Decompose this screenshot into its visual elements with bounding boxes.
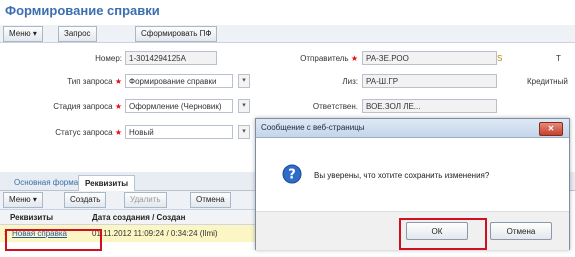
menu-button[interactable]: Меню ▾ bbox=[3, 26, 43, 42]
highlight-box-ok bbox=[399, 218, 487, 250]
type-select[interactable]: Формирование справки bbox=[125, 74, 233, 88]
required-icon: ★ bbox=[114, 128, 122, 137]
grid-toolbar: Меню ▾ Создать Удалить Отмена bbox=[0, 191, 260, 210]
column-header-created[interactable]: Дата создания / Создан bbox=[92, 213, 185, 222]
dialog-title: Сообщение с веб-страницы bbox=[261, 123, 365, 132]
page-title: Формирование справки bbox=[5, 3, 160, 18]
client-suffix: S bbox=[497, 54, 503, 63]
stage-label: Стадия запроса ★ bbox=[20, 102, 122, 111]
status-select[interactable]: Новый bbox=[125, 125, 233, 139]
required-icon: ★ bbox=[114, 102, 122, 111]
type-label-text: Тип запроса bbox=[67, 77, 113, 86]
svg-text:?: ? bbox=[288, 168, 296, 183]
responsible-field[interactable]: ВОЕ.ЗОЛ ЛЕ... bbox=[362, 99, 497, 113]
grid-menu-button[interactable]: Меню ▾ bbox=[3, 192, 43, 208]
stage-label-text: Стадия запроса bbox=[53, 102, 113, 111]
client-label-text: Отправитель bbox=[300, 54, 349, 63]
create-button[interactable]: Создать bbox=[64, 192, 107, 208]
sender-field[interactable]: РА-Ш.ГР bbox=[362, 74, 497, 88]
grid-header: Реквизиты Дата создания / Создан bbox=[0, 210, 260, 225]
dialog-titlebar: Сообщение с веб-страницы ✕ bbox=[256, 119, 569, 138]
number-field[interactable]: 1-3014294125А bbox=[125, 51, 217, 65]
number-label: Номер: bbox=[95, 54, 122, 63]
question-icon: ? bbox=[282, 164, 302, 184]
cancel-grid-button[interactable]: Отмена bbox=[190, 192, 231, 208]
close-icon[interactable]: ✕ bbox=[539, 122, 563, 136]
sender-label: Лиз: bbox=[342, 77, 358, 86]
stage-select[interactable]: Оформление (Черновик) bbox=[125, 99, 233, 113]
required-icon: ★ bbox=[350, 54, 358, 63]
type-label: Тип запроса ★ bbox=[20, 77, 122, 86]
row-date: 01.11.2012 11:09:24 / 0:34:24 (Ilmi) bbox=[92, 229, 218, 238]
tab-main-form[interactable]: Основная форма bbox=[8, 175, 84, 190]
status-label: Статус запроса ★ bbox=[20, 128, 122, 137]
right-column-label-credit: Кредитный bbox=[527, 77, 568, 86]
right-column-label-t: Т bbox=[556, 54, 561, 63]
dialog-message: Вы уверены, что хотите сохранить изменен… bbox=[314, 171, 490, 180]
generate-pf-button[interactable]: Сформировать ПФ bbox=[135, 26, 218, 42]
chevron-down-icon: ▾ bbox=[32, 29, 37, 38]
chevron-down-icon: ▾ bbox=[32, 195, 37, 204]
client-field[interactable]: РА-ЗЕ.РОО bbox=[362, 51, 497, 65]
menu-button-label: Меню bbox=[9, 29, 31, 38]
required-icon: ★ bbox=[114, 77, 122, 86]
cancel-button[interactable]: Отмена bbox=[490, 222, 552, 240]
client-label: Отправитель ★ bbox=[285, 54, 358, 63]
chevron-down-icon[interactable]: ▾ bbox=[238, 125, 250, 139]
delete-button[interactable]: Удалить bbox=[124, 192, 167, 208]
chevron-down-icon[interactable]: ▾ bbox=[238, 74, 250, 88]
chevron-down-icon[interactable]: ▾ bbox=[238, 99, 250, 113]
status-label-text: Статус запроса bbox=[55, 128, 113, 137]
column-header-requisites[interactable]: Реквизиты bbox=[10, 213, 53, 222]
tab-requisites[interactable]: Реквизиты bbox=[78, 175, 136, 191]
highlight-box-row bbox=[5, 229, 102, 251]
request-button[interactable]: Запрос bbox=[58, 26, 97, 42]
responsible-label: Отвeтствен. bbox=[312, 102, 358, 111]
main-toolbar: Меню ▾ Запрос Сформировать ПФ bbox=[0, 25, 575, 43]
grid-menu-label: Меню bbox=[9, 195, 31, 204]
